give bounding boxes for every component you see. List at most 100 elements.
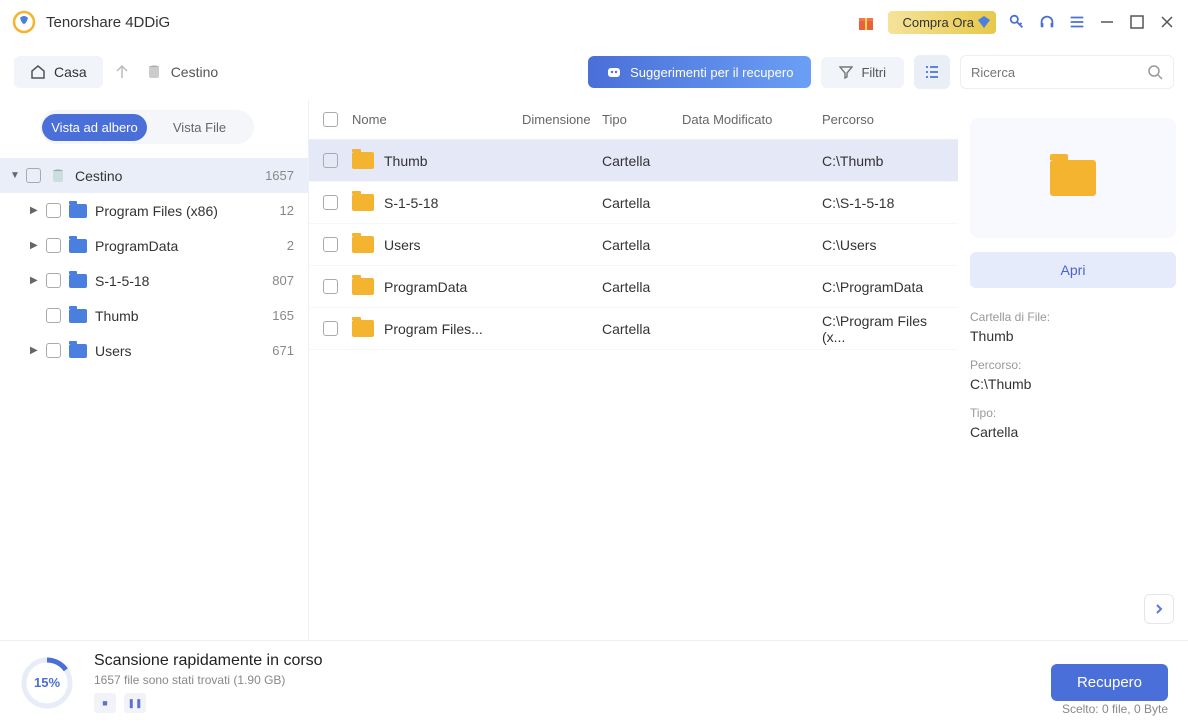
details-pane: Apri Cartella di File: Thumb Percorso: C… (958, 100, 1188, 640)
checkbox[interactable] (323, 279, 338, 294)
detail-type-label: Tipo: (970, 406, 1176, 420)
row-path: C:\Program Files (x... (822, 313, 948, 345)
filter-label: Filtri (861, 65, 886, 80)
detail-folder-label: Cartella di File: (970, 310, 1176, 324)
checkbox[interactable] (323, 153, 338, 168)
detail-path-label: Percorso: (970, 358, 1176, 372)
list-icon (924, 64, 940, 80)
file-list-header: Nome Dimensione Tipo Data Modificato Per… (309, 100, 958, 140)
caret-right-icon[interactable]: ▶ (30, 240, 44, 251)
buy-now-button[interactable]: Compra Ora (888, 11, 996, 34)
tree-item[interactable]: ▶ Users 671 (0, 333, 308, 368)
col-path[interactable]: Percorso (822, 112, 948, 127)
row-type: Cartella (602, 237, 682, 253)
table-row[interactable]: Thumb Cartella C:\Thumb (309, 140, 958, 182)
trash-icon (49, 168, 67, 184)
table-row[interactable]: Program Files... Cartella C:\Program Fil… (309, 308, 958, 350)
folder-icon (352, 320, 374, 337)
row-path: C:\Users (822, 237, 948, 253)
caret-right-icon[interactable]: ▶ (30, 205, 44, 216)
scan-details: 1657 file sono stati trovati (1.90 GB) (94, 673, 323, 687)
row-path: C:\Thumb (822, 153, 948, 169)
tree-root-cestino[interactable]: ▼ Cestino 1657 (0, 158, 308, 193)
checkbox[interactable] (46, 308, 61, 323)
col-type[interactable]: Tipo (602, 112, 682, 127)
tree-item[interactable]: ▶ Program Files (x86) 12 (0, 193, 308, 228)
table-row[interactable]: ProgramData Cartella C:\ProgramData (309, 266, 958, 308)
gift-icon[interactable] (856, 12, 876, 32)
progress-percent: 15% (20, 656, 74, 710)
key-icon[interactable] (1008, 13, 1026, 31)
selection-info: Scelto: 0 file, 0 Byte (1062, 702, 1168, 716)
open-button[interactable]: Apri (970, 252, 1176, 288)
detail-path-value: C:\Thumb (970, 376, 1176, 392)
home-button[interactable]: Casa (14, 56, 103, 88)
table-row[interactable]: Users Cartella C:\Users (309, 224, 958, 266)
tree-count: 671 (272, 343, 294, 358)
col-dimension[interactable]: Dimensione (522, 112, 602, 127)
col-name[interactable]: Nome (352, 112, 522, 127)
tree-label: Thumb (95, 308, 272, 324)
checkbox[interactable] (323, 321, 338, 336)
progress-ring: 15% (20, 656, 74, 710)
tree-label: Program Files (x86) (95, 203, 280, 219)
checkbox[interactable] (46, 343, 61, 358)
search-icon (1147, 64, 1163, 80)
sidebar: Vista ad albero Vista File ▼ Cestino 165… (0, 100, 309, 640)
menu-icon[interactable] (1068, 13, 1086, 31)
close-button[interactable] (1158, 13, 1176, 31)
buy-now-label: Compra Ora (902, 15, 974, 30)
stop-button[interactable]: ■ (94, 693, 116, 713)
row-name: Thumb (384, 153, 428, 169)
checkbox[interactable] (26, 168, 41, 183)
search-box[interactable] (960, 55, 1174, 89)
maximize-button[interactable] (1128, 13, 1146, 31)
tree-item[interactable]: ▶ ProgramData 2 (0, 228, 308, 263)
tree-count: 2 (287, 238, 294, 253)
table-row[interactable]: S-1-5-18 Cartella C:\S-1-5-18 (309, 182, 958, 224)
row-name: S-1-5-18 (384, 195, 438, 211)
checkbox[interactable] (46, 273, 61, 288)
tree-label: S-1-5-18 (95, 273, 272, 289)
minimize-button[interactable] (1098, 13, 1116, 31)
detail-type-value: Cartella (970, 424, 1176, 440)
app-title: Tenorshare 4DDiG (46, 14, 856, 31)
checkbox[interactable] (323, 195, 338, 210)
search-input[interactable] (971, 65, 1147, 80)
row-type: Cartella (602, 279, 682, 295)
tree-count: 12 (280, 203, 294, 218)
recover-button[interactable]: Recupero (1051, 664, 1168, 701)
next-page-button[interactable] (1144, 594, 1174, 624)
trash-icon (145, 63, 163, 81)
row-name: Users (384, 237, 421, 253)
tree-item[interactable]: Thumb 165 (0, 298, 308, 333)
scan-status: Scansione rapidamente in corso (94, 652, 323, 670)
col-modified[interactable]: Data Modificato (682, 112, 822, 127)
breadcrumb[interactable]: Cestino (145, 63, 218, 81)
home-label: Casa (54, 64, 87, 80)
tab-file-view[interactable]: Vista File (147, 114, 252, 141)
folder-icon (352, 236, 374, 253)
row-type: Cartella (602, 321, 682, 337)
tree-item[interactable]: ▶ S-1-5-18 807 (0, 263, 308, 298)
checkbox[interactable] (323, 237, 338, 252)
row-path: C:\ProgramData (822, 279, 948, 295)
headphones-icon[interactable] (1038, 13, 1056, 31)
up-button[interactable] (113, 63, 131, 81)
checkbox[interactable] (46, 203, 61, 218)
caret-right-icon[interactable]: ▶ (30, 275, 44, 286)
select-all-checkbox[interactable] (323, 112, 338, 127)
filter-button[interactable]: Filtri (821, 57, 904, 88)
folder-icon (352, 152, 374, 169)
row-name: ProgramData (384, 279, 467, 295)
tree-label: ProgramData (95, 238, 287, 254)
checkbox[interactable] (46, 238, 61, 253)
tab-tree-view[interactable]: Vista ad albero (42, 114, 147, 141)
pause-button[interactable]: ❚❚ (124, 693, 146, 713)
row-path: C:\S-1-5-18 (822, 195, 948, 211)
caret-right-icon[interactable]: ▶ (30, 345, 44, 356)
bot-icon (606, 64, 622, 80)
suggestions-button[interactable]: Suggerimenti per il recupero (588, 56, 811, 88)
view-mode-button[interactable] (914, 55, 950, 89)
caret-down-icon[interactable]: ▼ (10, 170, 24, 181)
